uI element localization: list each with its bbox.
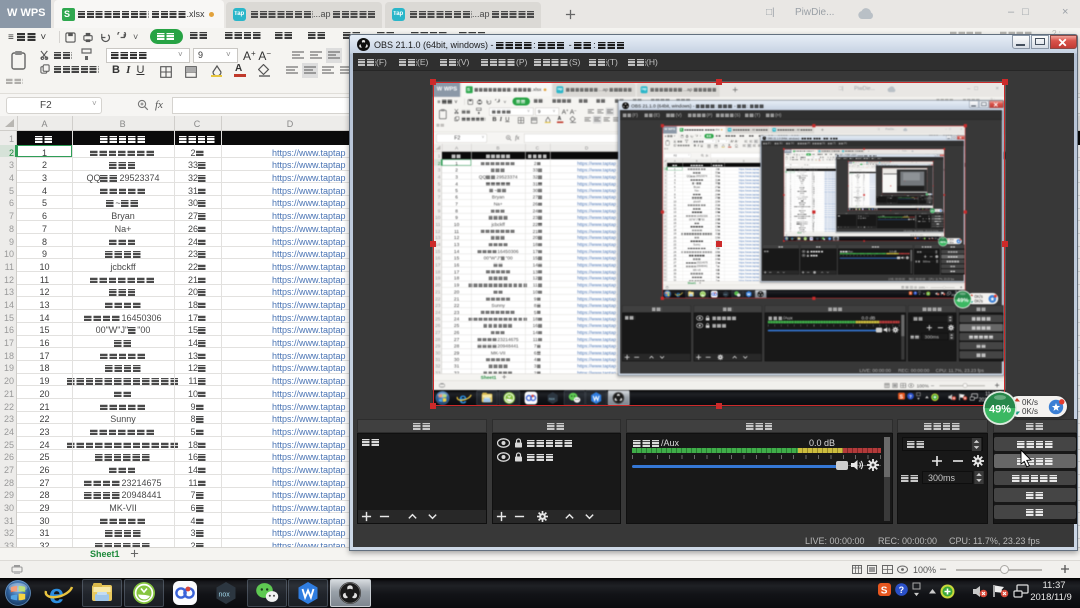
svg-text:e: e xyxy=(49,579,64,607)
svg-text:49%: 49% xyxy=(989,404,1011,416)
svg-text:nox: nox xyxy=(219,592,231,599)
svg-text:?: ? xyxy=(899,585,905,595)
svg-text:S: S xyxy=(881,586,888,597)
